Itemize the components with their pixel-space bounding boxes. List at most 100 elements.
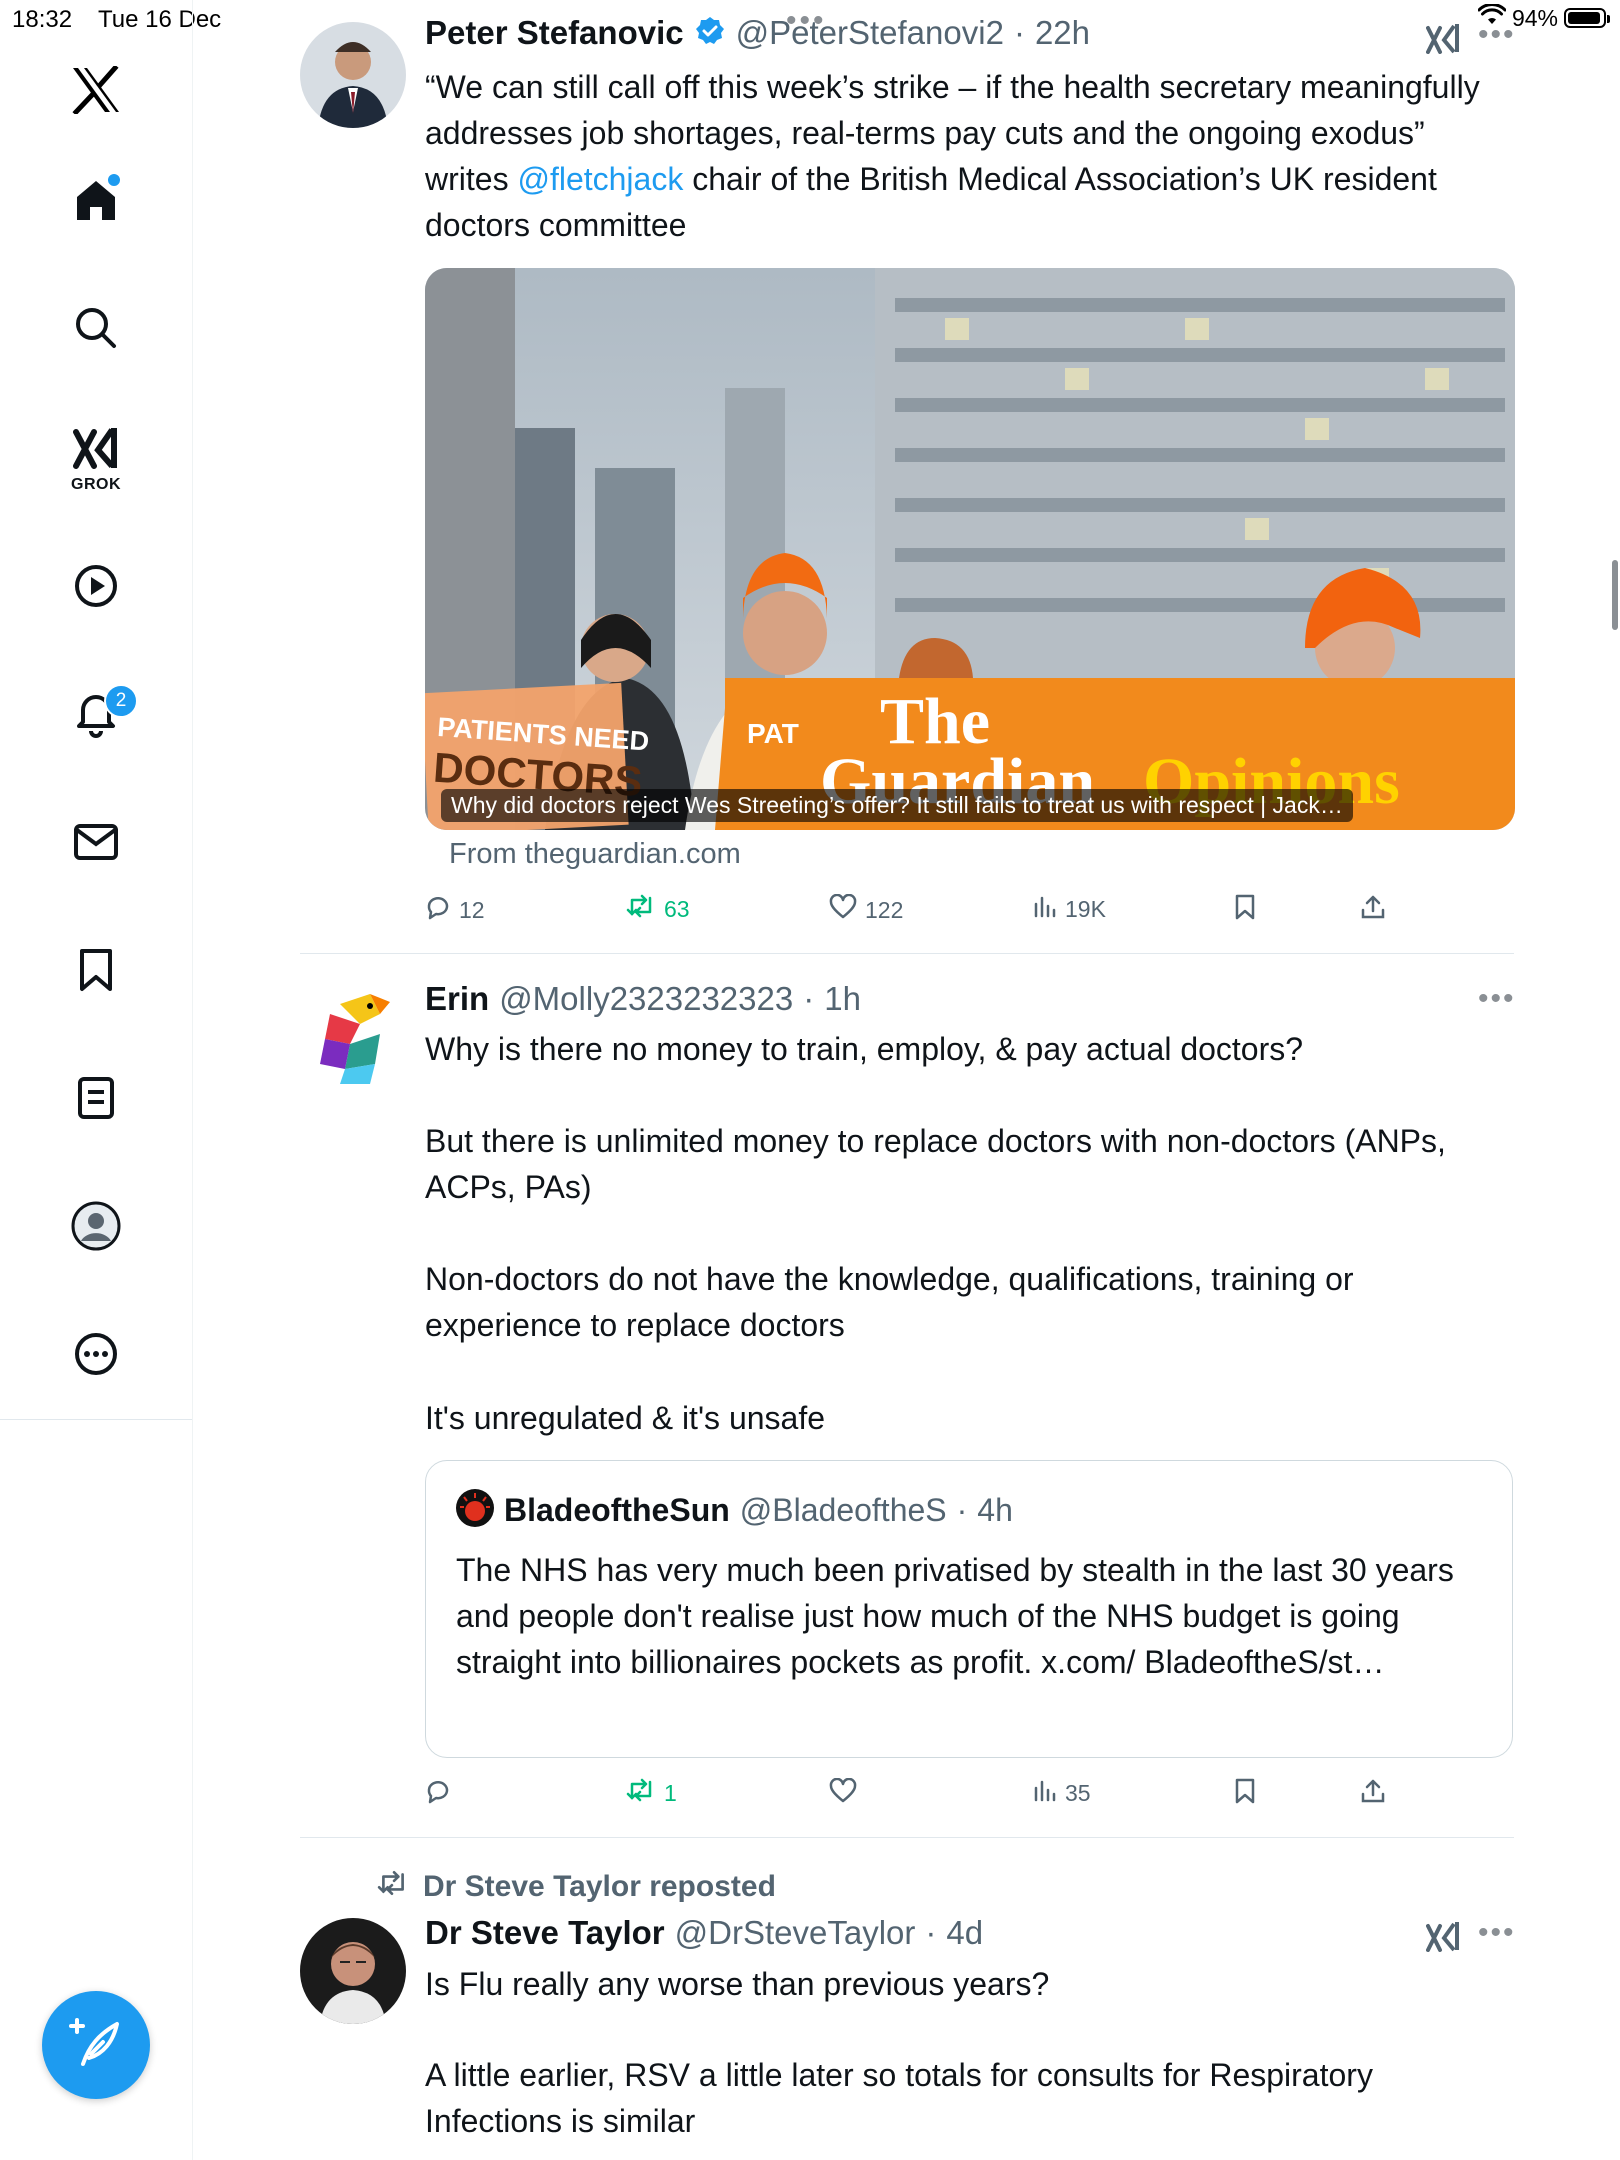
sidebar-item-notifications[interactable]: 2 bbox=[66, 684, 138, 746]
sidebar-item-lists[interactable] bbox=[66, 1070, 126, 1130]
quote-avatar[interactable] bbox=[456, 1489, 494, 1532]
tweet-3-header: Dr Steve Taylor @DrSteveTaylor · 4d bbox=[425, 1914, 983, 1952]
views-icon bbox=[1033, 894, 1057, 924]
share-icon bbox=[1360, 1778, 1386, 1810]
sign-text-mid: PAT bbox=[747, 718, 799, 749]
sidebar-item-search[interactable] bbox=[66, 300, 126, 360]
tweet-2-header: Erin @Molly2323232323 · 1h bbox=[425, 980, 861, 1018]
repost-icon bbox=[377, 1870, 409, 1904]
like-button[interactable] bbox=[829, 1777, 865, 1810]
heart-icon bbox=[829, 1777, 857, 1810]
tweet-paragraph: But there is unlimited money to replace … bbox=[425, 1123, 1446, 1205]
quote-time: 4h bbox=[977, 1492, 1013, 1528]
quote-author-name[interactable]: BladeoftheSun bbox=[504, 1492, 730, 1529]
sidebar-item-more[interactable] bbox=[66, 1326, 126, 1386]
grok-icon bbox=[72, 426, 120, 475]
author-name[interactable]: Dr Steve Taylor bbox=[425, 1914, 665, 1952]
like-button[interactable]: 122 bbox=[829, 893, 904, 926]
more-options-icon[interactable]: ••• bbox=[1478, 1916, 1516, 1950]
grok-label: GROK bbox=[71, 476, 121, 493]
battery-percent: 94% bbox=[1511, 4, 1558, 31]
grok-icon[interactable] bbox=[1426, 22, 1460, 59]
compose-button[interactable] bbox=[42, 1991, 150, 2099]
bookmark-button[interactable] bbox=[1234, 1778, 1256, 1810]
quoted-tweet[interactable]: BladeoftheSun @BladeoftheS · 4h The NHS … bbox=[425, 1460, 1513, 1758]
sidebar-item-profile[interactable] bbox=[66, 1198, 126, 1258]
tweet-divider bbox=[300, 1837, 1514, 1838]
author-handle[interactable]: @Molly2323232323 bbox=[499, 980, 793, 1018]
more-options-icon[interactable]: ••• bbox=[1478, 18, 1516, 52]
separator: · bbox=[803, 980, 815, 1017]
bookmark-button[interactable] bbox=[1234, 894, 1256, 926]
views-button[interactable]: 35 bbox=[1033, 1778, 1091, 1808]
separator: · bbox=[956, 1492, 968, 1528]
scroll-indicator[interactable] bbox=[1612, 560, 1618, 630]
like-count: 122 bbox=[865, 896, 904, 923]
sidebar-item-grok[interactable] bbox=[66, 420, 126, 480]
tweet-paragraph: Is Flu really any worse than previous ye… bbox=[425, 1966, 1050, 2002]
bookmark-icon bbox=[1234, 1778, 1256, 1810]
compose-icon bbox=[69, 2016, 123, 2075]
reply-button[interactable]: 12 bbox=[425, 894, 485, 926]
share-button[interactable] bbox=[1360, 1778, 1386, 1810]
sidebar-divider bbox=[0, 1419, 192, 1420]
sidebar-item-video[interactable] bbox=[66, 558, 126, 618]
repost-button[interactable]: 63 bbox=[626, 894, 690, 924]
repost-icon bbox=[626, 894, 656, 924]
search-icon bbox=[74, 306, 118, 355]
bookmark-icon bbox=[1234, 894, 1256, 926]
tweet-divider bbox=[300, 953, 1514, 954]
repost-count: 63 bbox=[664, 895, 690, 922]
avatar[interactable] bbox=[300, 1918, 406, 2024]
more-icon bbox=[73, 1331, 119, 1382]
tweet-1-header: Peter Stefanovic @PeterStefanovi2 · 22h bbox=[425, 14, 1090, 52]
avatar[interactable] bbox=[300, 984, 406, 1090]
views-button[interactable]: 19K bbox=[1033, 894, 1106, 924]
more-options-icon[interactable]: ••• bbox=[1478, 982, 1516, 1016]
tweet-paragraph: Why is there no money to train, employ, … bbox=[425, 1031, 1304, 1067]
reply-button[interactable] bbox=[425, 1778, 459, 1810]
heart-icon bbox=[829, 893, 857, 926]
sidebar-item-messages[interactable] bbox=[66, 814, 126, 874]
author-name[interactable]: Peter Stefanovic bbox=[425, 14, 684, 52]
sidebar: GROK 2 bbox=[0, 0, 193, 2160]
author-handle[interactable]: @PeterStefanovi2 bbox=[736, 14, 1004, 52]
sidebar-item-home[interactable] bbox=[66, 172, 126, 232]
home-unread-dot bbox=[106, 172, 122, 188]
mail-icon bbox=[73, 822, 119, 867]
avatar[interactable] bbox=[300, 22, 406, 128]
share-icon bbox=[1360, 894, 1386, 926]
separator: · bbox=[1013, 14, 1025, 51]
separator: · bbox=[925, 1914, 937, 1951]
repost-icon bbox=[626, 1778, 656, 1808]
reply-icon bbox=[425, 1778, 451, 1810]
tweet-time[interactable]: 22h bbox=[1035, 14, 1090, 52]
tweet-text: “We can still call off this week’s strik… bbox=[425, 69, 1480, 243]
repost-context[interactable]: Dr Steve Taylor reposted bbox=[377, 1870, 776, 1904]
author-name[interactable]: Erin bbox=[425, 980, 489, 1018]
list-icon bbox=[76, 1075, 116, 1126]
grok-icon[interactable] bbox=[1426, 1920, 1460, 1957]
play-icon bbox=[73, 563, 119, 614]
link-card-image[interactable]: PATIENTS NEED DOCTORS PAT The Guardian O… bbox=[425, 268, 1515, 830]
sidebar-item-bookmarks[interactable] bbox=[66, 942, 126, 1002]
views-icon bbox=[1033, 1778, 1057, 1808]
views-count: 19K bbox=[1065, 895, 1106, 922]
card-caption: Why did doctors reject Wes Streeting’s o… bbox=[441, 789, 1353, 822]
mention-link[interactable]: @fletchjack bbox=[517, 161, 683, 197]
card-source[interactable]: From theguardian.com bbox=[449, 838, 741, 871]
share-button[interactable] bbox=[1360, 894, 1386, 926]
repost-button[interactable]: 1 bbox=[626, 1778, 677, 1808]
reply-icon bbox=[425, 894, 451, 926]
tweet-time[interactable]: 4d bbox=[946, 1914, 983, 1952]
views-count: 35 bbox=[1065, 1779, 1091, 1806]
quote-author-handle[interactable]: @BladeoftheS bbox=[740, 1492, 947, 1529]
tweet-paragraph: It's unregulated & it's unsafe bbox=[425, 1400, 826, 1436]
verified-icon bbox=[694, 15, 726, 52]
bookmark-icon bbox=[76, 947, 116, 998]
author-handle[interactable]: @DrSteveTaylor bbox=[675, 1914, 916, 1952]
reply-count: 12 bbox=[459, 896, 485, 923]
tweet-time[interactable]: 1h bbox=[824, 980, 861, 1018]
repost-by-label: Dr Steve Taylor reposted bbox=[423, 1870, 776, 1903]
x-logo-icon[interactable] bbox=[66, 60, 126, 120]
